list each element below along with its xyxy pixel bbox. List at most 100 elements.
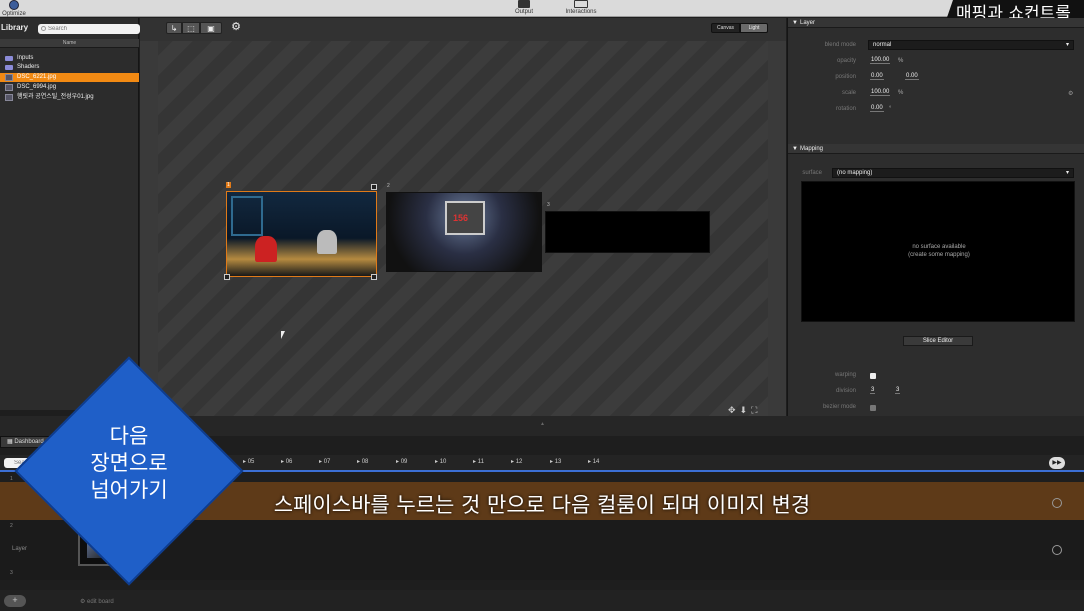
canvas-stage[interactable]: 1 156 2 3 ✥⬇⛶	[158, 41, 768, 416]
cue-label: 06	[285, 459, 293, 465]
track-knob[interactable]	[1052, 545, 1062, 555]
cue-label: 12	[515, 459, 523, 465]
collapse-arrow-icon: ▲	[540, 421, 545, 427]
mouse-cursor-icon	[281, 331, 285, 339]
output-button[interactable]: Output	[512, 0, 536, 15]
image-file-icon	[5, 74, 13, 81]
resize-handle[interactable]	[224, 274, 230, 280]
scale-input[interactable]: 100.00	[870, 89, 891, 96]
cue-label: 10	[439, 459, 447, 465]
position-y-input[interactable]: 0.00	[905, 73, 919, 80]
folder-icon	[5, 65, 13, 70]
library-search-input[interactable]	[38, 24, 140, 34]
cue-button[interactable]: ▸ 08	[357, 458, 368, 465]
screen-text: 156	[453, 213, 469, 223]
resize-handle[interactable]	[371, 274, 377, 280]
rect-tool-button[interactable]: ▣	[200, 22, 222, 34]
add-button[interactable]: +	[4, 595, 26, 607]
position-label: position	[835, 74, 856, 80]
interactions-button[interactable]: Interactions	[561, 0, 601, 15]
layer-1-thumbnail[interactable]	[226, 191, 377, 277]
canvas-settings-button[interactable]: ⚙	[230, 22, 242, 34]
bezier-mode-checkbox[interactable]	[870, 405, 876, 411]
properties-panel: ▼ Layer blend mode normal ▾ opacity 100.…	[787, 18, 1084, 416]
section-title: Mapping	[800, 146, 824, 152]
layer-number: 2	[387, 183, 390, 189]
division-y-input[interactable]: 3	[895, 387, 901, 394]
layer-3-thumbnail[interactable]	[545, 211, 710, 253]
cue-button[interactable]: ▸ 06	[281, 458, 292, 465]
library-title: Library	[1, 23, 29, 32]
library-item-hamlet[interactable]: 햄릿과 공연스틸_전성우01.jpg	[0, 93, 139, 102]
cue-button[interactable]: ▸ 13	[550, 458, 561, 465]
layer-section-header[interactable]: ▼ Layer	[788, 18, 1084, 28]
chevron-down-icon: ▾	[1065, 42, 1069, 48]
library-column-header[interactable]: Name	[0, 39, 139, 48]
cue-button[interactable]: ▸ 05	[243, 458, 254, 465]
callout-line: 넘어가기	[90, 478, 168, 502]
optimize-icon	[9, 0, 19, 10]
cue-button[interactable]: ▸ 07	[319, 458, 330, 465]
position-x-input[interactable]: 0.00	[870, 73, 884, 80]
select-tool-button[interactable]: ⬚	[182, 22, 200, 34]
arrow-tool-button[interactable]: ↳	[166, 22, 182, 34]
light-mode-button[interactable]: Light	[740, 23, 768, 33]
cue-label: 05	[247, 459, 255, 465]
cue-button[interactable]: ▸ 10	[435, 458, 446, 465]
division-label: division	[835, 388, 856, 394]
cue-button[interactable]: ▸ 14	[588, 458, 599, 465]
scale-gear-icon[interactable]: ⚙	[1068, 90, 1073, 97]
division-x-input[interactable]: 3	[870, 387, 876, 394]
disclosure-triangle-icon: ▼	[792, 146, 798, 152]
warping-checkbox[interactable]	[870, 373, 876, 379]
mapping-preview[interactable]: no surface available (create some mappin…	[801, 181, 1075, 322]
blend-mode-select[interactable]: normal ▾	[868, 40, 1074, 50]
cue-label: 11	[477, 459, 484, 465]
cue-button[interactable]: ▸ 12	[511, 458, 522, 465]
rotation-input[interactable]: 0.00	[870, 105, 884, 112]
monitor-icon	[518, 0, 530, 8]
rotation-label: rotation	[835, 106, 856, 112]
resize-handle[interactable]	[371, 184, 377, 190]
search-icon	[41, 26, 46, 31]
edit-board-button[interactable]: ⚙ edit board	[80, 598, 114, 605]
output-label: Output	[514, 9, 533, 15]
cue-button[interactable]: ▸ 09	[396, 458, 407, 465]
app-window: Optimize Output Interactions 매핑과 쇼컨트롤 Li…	[0, 0, 1084, 611]
opacity-input[interactable]: 100.00	[870, 57, 891, 64]
canvas-mode-button[interactable]: Canvas	[711, 23, 740, 33]
blend-mode-label: blend mode	[824, 42, 856, 48]
library-item-shaders[interactable]: Shaders	[0, 63, 139, 72]
performer-figure	[255, 236, 277, 262]
library-item-label: DSC_6994.jpg	[17, 84, 57, 90]
fast-forward-icon: ▶▶	[1052, 460, 1062, 466]
blend-mode-value: normal	[873, 42, 892, 48]
warping-label: warping	[834, 372, 856, 378]
canvas-toolbar: ↳ ⬚ ▣ ⚙ Canvas Light	[140, 18, 786, 41]
library-panel: Library Name Inputs Shaders DSC_6221.jpg…	[0, 18, 140, 410]
chevron-down-icon: ▾	[1065, 170, 1069, 176]
layer-track-label: Layer	[12, 546, 28, 552]
cue-button[interactable]: ▸ 11	[473, 458, 484, 465]
track-number: 2	[10, 523, 13, 529]
library-item-dsc6994[interactable]: DSC_6994.jpg	[0, 83, 139, 92]
arrow-icon: ↳	[170, 24, 178, 33]
slice-editor-button[interactable]: Slice Editor	[903, 336, 973, 346]
library-item-dsc6221[interactable]: DSC_6221.jpg	[0, 73, 139, 82]
surface-select[interactable]: (no mapping) ▾	[832, 168, 1074, 178]
play-next-button[interactable]: ▶▶	[1049, 457, 1065, 469]
track-number: 1	[10, 476, 13, 482]
library-item-inputs[interactable]: Inputs	[0, 54, 139, 63]
image-file-icon	[5, 94, 13, 101]
library-item-label: DSC_6221.jpg	[17, 74, 57, 80]
disclosure-triangle-icon: ▼	[792, 20, 798, 26]
mapping-section-header[interactable]: ▼ Mapping	[788, 144, 1084, 154]
optimize-button[interactable]: Optimize	[0, 0, 28, 17]
optimize-label: Optimize	[2, 11, 26, 17]
canvas-view-controls[interactable]: ✥⬇⛶	[728, 405, 761, 416]
cue-label: 13	[554, 459, 562, 465]
image-file-icon	[5, 84, 13, 91]
opacity-label: opacity	[836, 58, 856, 64]
layer-2-thumbnail[interactable]: 156	[386, 192, 542, 272]
library-item-label: 햄릿과 공연스틸_전성우01.jpg	[17, 94, 94, 100]
